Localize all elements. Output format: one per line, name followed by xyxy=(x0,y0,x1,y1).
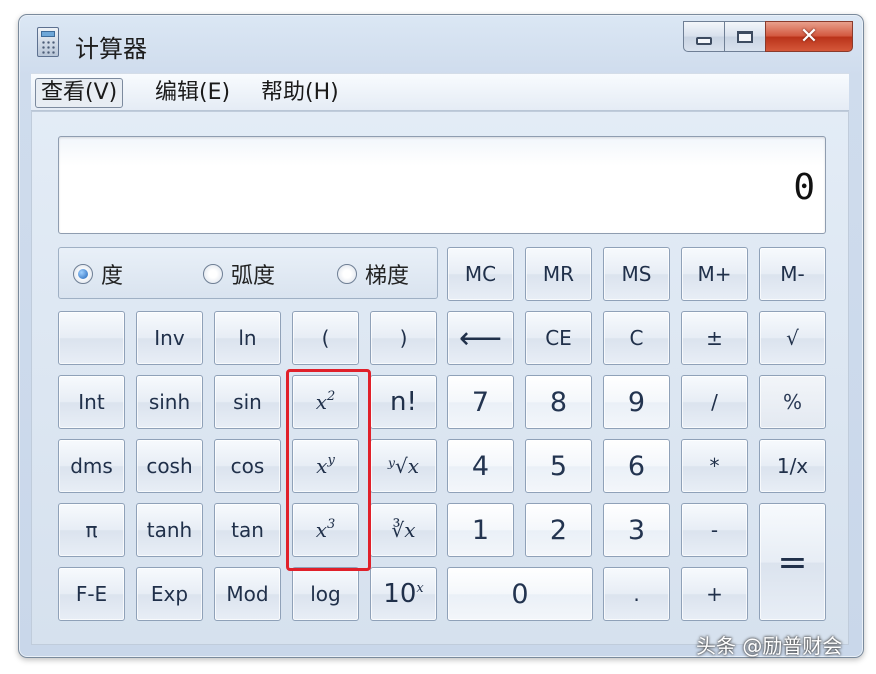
x-cubed-base: x xyxy=(315,518,327,542)
digit-4-button[interactable]: 4 xyxy=(447,439,514,493)
decimal-button[interactable]: . xyxy=(603,567,670,621)
calculator-window: 计算器 ✕ 查看(V) 编辑(E) 帮助(H) 0 度 弧度 梯度 MC MR … xyxy=(18,14,864,658)
minimize-icon xyxy=(696,36,712,45)
plus-button[interactable]: + xyxy=(681,567,748,621)
radio-radians-label: 弧度 xyxy=(231,264,276,289)
radio-degrees[interactable]: 度 xyxy=(73,259,123,289)
digit-5-button[interactable]: 5 xyxy=(525,439,592,493)
sin-button[interactable]: sin xyxy=(214,375,281,429)
close-icon: ✕ xyxy=(799,24,819,49)
radio-unchecked-icon xyxy=(337,264,357,284)
x-cubed-button[interactable]: x3 xyxy=(292,503,359,557)
exp-button[interactable]: Exp xyxy=(136,567,203,621)
radio-checked-icon xyxy=(73,264,93,284)
ce-button[interactable]: CE xyxy=(525,311,592,365)
digit-8-button[interactable]: 8 xyxy=(525,375,592,429)
caption-buttons: ✕ xyxy=(683,21,853,53)
menu-bar: 查看(V) 编辑(E) 帮助(H) xyxy=(31,73,849,111)
x-cubed-exponent: 3 xyxy=(327,516,336,532)
radio-grads[interactable]: 梯度 xyxy=(337,259,409,289)
multiply-button[interactable]: * xyxy=(681,439,748,493)
backspace-button[interactable]: ⟵ xyxy=(447,311,514,365)
title-bar[interactable]: 计算器 ✕ xyxy=(19,15,863,71)
mod-button[interactable]: Mod xyxy=(214,567,281,621)
digit-9-button[interactable]: 9 xyxy=(603,375,670,429)
radio-radians[interactable]: 弧度 xyxy=(203,259,275,289)
x-power-y-base: x xyxy=(316,454,328,478)
blank-button xyxy=(58,311,125,365)
minimize-button[interactable] xyxy=(683,21,724,52)
maximize-icon xyxy=(737,30,753,43)
percent-button[interactable]: % xyxy=(759,375,826,429)
cos-button[interactable]: cos xyxy=(214,439,281,493)
fe-button[interactable]: F-E xyxy=(58,567,125,621)
calculator-body: 0 度 弧度 梯度 MC MR MS M+ M- Inv ln ( ) ⟵ CE… xyxy=(31,111,849,645)
dms-button[interactable]: dms xyxy=(58,439,125,493)
divide-button[interactable]: / xyxy=(681,375,748,429)
sinh-button[interactable]: sinh xyxy=(136,375,203,429)
digit-7-button[interactable]: 7 xyxy=(447,375,514,429)
left-paren-button[interactable]: ( xyxy=(292,311,359,365)
digit-0-button[interactable]: 0 xyxy=(447,567,593,621)
ln-button[interactable]: ln xyxy=(214,311,281,365)
sqrt-button[interactable]: √ xyxy=(759,311,826,365)
pi-button[interactable]: π xyxy=(58,503,125,557)
mr-button[interactable]: MR xyxy=(525,247,592,301)
radio-unchecked-icon xyxy=(203,264,223,284)
display-value: 0 xyxy=(793,167,815,208)
right-paren-button[interactable]: ) xyxy=(370,311,437,365)
tanh-button[interactable]: tanh xyxy=(136,503,203,557)
radio-grads-label: 梯度 xyxy=(365,264,410,289)
plus-minus-button[interactable]: ± xyxy=(681,311,748,365)
calculator-app-icon xyxy=(37,27,59,57)
result-display: 0 xyxy=(58,136,826,234)
m-plus-button[interactable]: M+ xyxy=(681,247,748,301)
x-squared-exponent: 2 xyxy=(327,388,336,404)
int-button[interactable]: Int xyxy=(58,375,125,429)
factorial-button[interactable]: n! xyxy=(370,375,437,429)
inv-button[interactable]: Inv xyxy=(136,311,203,365)
minus-button[interactable]: - xyxy=(681,503,748,557)
menu-edit[interactable]: 编辑(E) xyxy=(150,78,235,108)
reciprocal-button[interactable]: 1/x xyxy=(759,439,826,493)
digit-1-button[interactable]: 1 xyxy=(447,503,514,557)
menu-view[interactable]: 查看(V) xyxy=(35,78,124,108)
angle-mode-group: 度 弧度 梯度 xyxy=(58,247,438,299)
x-squared-base: x xyxy=(315,390,327,414)
c-button[interactable]: C xyxy=(603,311,670,365)
ten-power-x-button[interactable]: 10 x xyxy=(370,567,437,621)
menu-help[interactable]: 帮助(H) xyxy=(256,78,344,108)
y-root-button[interactable]: ʸ√x xyxy=(370,439,437,493)
window-title: 计算器 xyxy=(75,35,147,63)
close-button[interactable]: ✕ xyxy=(765,21,853,52)
x-squared-button[interactable]: x2 xyxy=(292,375,359,429)
cube-root-button[interactable]: ∛x xyxy=(370,503,437,557)
ten-power-x-base: 10 xyxy=(383,579,417,609)
ten-power-x-exponent: x xyxy=(416,580,424,596)
digit-2-button[interactable]: 2 xyxy=(525,503,592,557)
tan-button[interactable]: tan xyxy=(214,503,281,557)
maximize-button[interactable] xyxy=(724,21,765,52)
digit-6-button[interactable]: 6 xyxy=(603,439,670,493)
m-minus-button[interactable]: M- xyxy=(759,247,826,301)
digit-3-button[interactable]: 3 xyxy=(603,503,670,557)
watermark-text: 头条 @励普财会 xyxy=(696,634,843,658)
ms-button[interactable]: MS xyxy=(603,247,670,301)
mc-button[interactable]: MC xyxy=(447,247,514,301)
equals-button[interactable]: = xyxy=(759,503,826,621)
radio-degrees-label: 度 xyxy=(101,264,124,289)
cosh-button[interactable]: cosh xyxy=(136,439,203,493)
log-button[interactable]: log xyxy=(292,567,359,621)
x-power-y-button[interactable]: xy xyxy=(292,439,359,493)
x-power-y-exponent: y xyxy=(327,452,335,468)
